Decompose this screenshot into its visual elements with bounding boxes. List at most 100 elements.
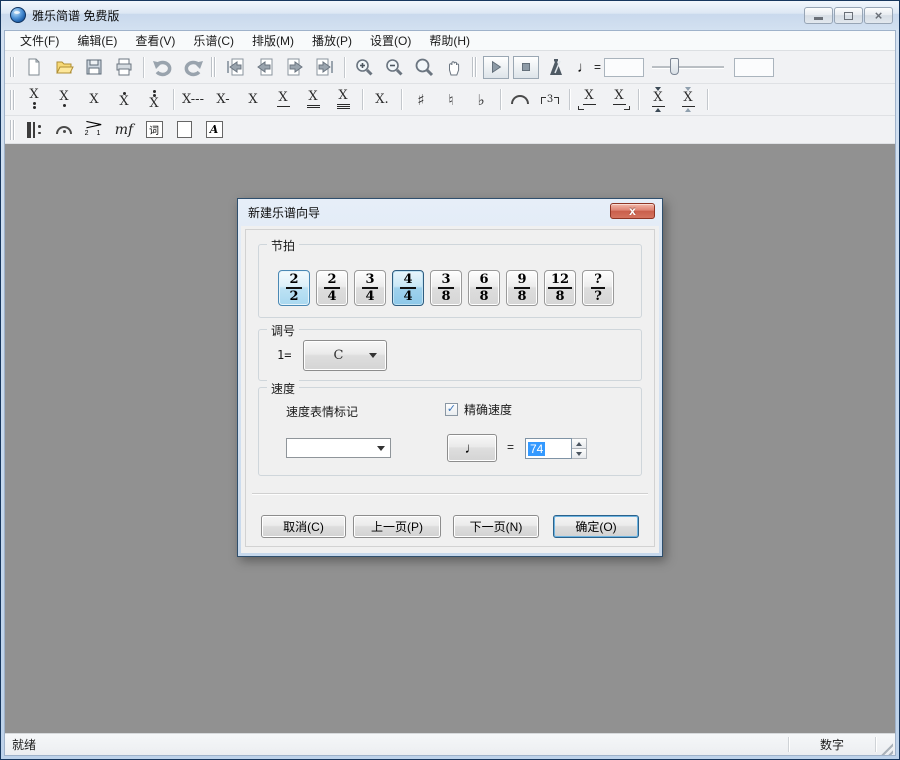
bpm-up-button[interactable] bbox=[572, 438, 587, 449]
dialog-title-bar[interactable]: 新建乐谱向导 bbox=[238, 199, 662, 225]
sixteenth-note-button[interactable]: X bbox=[298, 86, 328, 114]
menu-settings[interactable]: 设置(O) bbox=[361, 31, 420, 50]
meter-option-2-4[interactable]: 24 bbox=[316, 270, 348, 306]
print-button[interactable] bbox=[109, 54, 139, 80]
toolbar-gripper[interactable] bbox=[472, 57, 476, 77]
repeat-sign-button[interactable] bbox=[19, 117, 49, 143]
menu-edit[interactable]: 编辑(E) bbox=[68, 31, 126, 50]
bpm-down-button[interactable] bbox=[572, 449, 587, 459]
tempo-expression-select[interactable] bbox=[286, 438, 391, 458]
meter-option-6-8[interactable]: 68 bbox=[468, 270, 500, 306]
menu-play[interactable]: 播放(P) bbox=[303, 31, 361, 50]
toolbar-separator bbox=[569, 89, 570, 110]
next-page-button[interactable]: 下一页(N) bbox=[453, 515, 539, 538]
spin-up-icon bbox=[576, 442, 582, 446]
zoom-in-button[interactable] bbox=[349, 54, 379, 80]
fermata-icon bbox=[56, 126, 72, 133]
next-page-button[interactable] bbox=[280, 54, 310, 80]
tremolo-button[interactable]: X bbox=[643, 86, 673, 114]
tuplet-button[interactable]: 3 bbox=[535, 86, 565, 114]
slur-icon bbox=[511, 95, 529, 104]
resize-grip[interactable] bbox=[878, 740, 893, 755]
dialog-close-button[interactable]: x bbox=[610, 203, 655, 219]
new-file-icon bbox=[24, 57, 44, 77]
stop-button[interactable] bbox=[511, 54, 541, 80]
menu-file[interactable]: 文件(F) bbox=[11, 31, 68, 50]
toolbar-gripper[interactable] bbox=[10, 120, 14, 140]
toolbar-gripper[interactable] bbox=[10, 90, 14, 110]
half-note-button[interactable]: X- bbox=[208, 86, 238, 114]
octave-down-1-button[interactable]: X bbox=[49, 86, 79, 114]
new-file-button[interactable] bbox=[19, 54, 49, 80]
meter-option-3-8[interactable]: 38 bbox=[430, 270, 462, 306]
glissando-button[interactable]: X bbox=[673, 86, 703, 114]
fermata-button[interactable] bbox=[49, 117, 79, 143]
whole-note-button[interactable]: X--- bbox=[178, 86, 208, 114]
pan-tool-button[interactable] bbox=[439, 54, 469, 80]
play-button[interactable] bbox=[481, 54, 511, 80]
tempo-slider-thumb[interactable] bbox=[670, 58, 679, 75]
octave-up-1-button[interactable]: X bbox=[109, 86, 139, 114]
lyrics-button[interactable]: 词 bbox=[139, 117, 169, 143]
prev-page-button[interactable] bbox=[250, 54, 280, 80]
thirtysecond-note-button[interactable]: X bbox=[328, 86, 358, 114]
natural-button[interactable]: ♮ bbox=[436, 86, 466, 114]
crescendo-button[interactable]: >2 1 bbox=[79, 117, 109, 143]
cancel-button[interactable]: 取消(C) bbox=[261, 515, 346, 538]
meter-option-custom[interactable]: ?? bbox=[582, 270, 614, 306]
dotted-note-button[interactable]: X. bbox=[367, 86, 397, 114]
zoom-tool-button[interactable] bbox=[409, 54, 439, 80]
toolbar-separator bbox=[638, 89, 639, 110]
key-select[interactable]: C bbox=[303, 340, 387, 371]
sharp-button[interactable]: ♯ bbox=[406, 86, 436, 114]
flat-button[interactable]: ♭ bbox=[466, 86, 496, 114]
bpm-input[interactable]: 74 bbox=[525, 438, 572, 459]
meter-option-2-2[interactable]: 22 bbox=[278, 270, 310, 306]
tempo-slider[interactable] bbox=[652, 57, 724, 77]
last-page-button[interactable] bbox=[310, 54, 340, 80]
first-page-button[interactable] bbox=[220, 54, 250, 80]
grace-note-before-button[interactable]: X bbox=[574, 86, 604, 114]
meter-option-3-4[interactable]: 34 bbox=[354, 270, 386, 306]
title-bar[interactable]: 雅乐简谱 免费版 × bbox=[1, 1, 899, 29]
font-button[interactable]: A bbox=[199, 117, 229, 143]
previous-page-button[interactable]: 上一页(P) bbox=[353, 515, 441, 538]
octave-middle-button[interactable]: X bbox=[79, 86, 109, 114]
tempo-display-box[interactable] bbox=[734, 58, 774, 77]
redo-button[interactable] bbox=[178, 54, 208, 80]
spin-down-icon bbox=[576, 452, 582, 456]
octave-up-2-button[interactable]: X bbox=[139, 86, 169, 114]
window-title: 雅乐简谱 免费版 bbox=[32, 7, 119, 24]
minimize-button[interactable] bbox=[804, 7, 833, 24]
grace-note-after-button[interactable]: X bbox=[604, 86, 634, 114]
save-button[interactable] bbox=[79, 54, 109, 80]
menu-help[interactable]: 帮助(H) bbox=[420, 31, 479, 50]
maximize-button[interactable] bbox=[834, 7, 863, 24]
toolbar-separator bbox=[707, 89, 708, 110]
zoom-out-button[interactable] bbox=[379, 54, 409, 80]
quarter-note-button[interactable]: X bbox=[238, 86, 268, 114]
close-button[interactable]: × bbox=[864, 7, 893, 24]
paragraph-button[interactable] bbox=[169, 117, 199, 143]
ok-button[interactable]: 确定(O) bbox=[553, 515, 639, 538]
toolbar-gripper[interactable] bbox=[10, 57, 14, 77]
octave-down-2-button[interactable]: X bbox=[19, 86, 49, 114]
toolbar-separator bbox=[143, 57, 144, 78]
meter-option-4-4[interactable]: 44 bbox=[392, 270, 424, 306]
beat-note-button[interactable]: ♩ bbox=[447, 434, 497, 462]
eighth-note-button[interactable]: X bbox=[268, 86, 298, 114]
tempo-value-box[interactable] bbox=[604, 58, 644, 77]
meter-option-12-8[interactable]: 128 bbox=[544, 270, 576, 306]
open-file-button[interactable] bbox=[49, 54, 79, 80]
menu-view[interactable]: 查看(V) bbox=[126, 31, 184, 50]
metronome-button[interactable] bbox=[541, 54, 571, 80]
menu-score[interactable]: 乐谱(C) bbox=[184, 31, 243, 50]
dynamics-button[interactable]: mf bbox=[109, 117, 139, 143]
toolbar-gripper[interactable] bbox=[211, 57, 215, 77]
undo-button[interactable] bbox=[148, 54, 178, 80]
menu-layout[interactable]: 排版(M) bbox=[243, 31, 303, 50]
slur-button[interactable] bbox=[505, 86, 535, 114]
meter-option-9-8[interactable]: 98 bbox=[506, 270, 538, 306]
exact-tempo-checkbox[interactable]: ✓ bbox=[445, 403, 458, 416]
underline-single bbox=[277, 106, 290, 107]
